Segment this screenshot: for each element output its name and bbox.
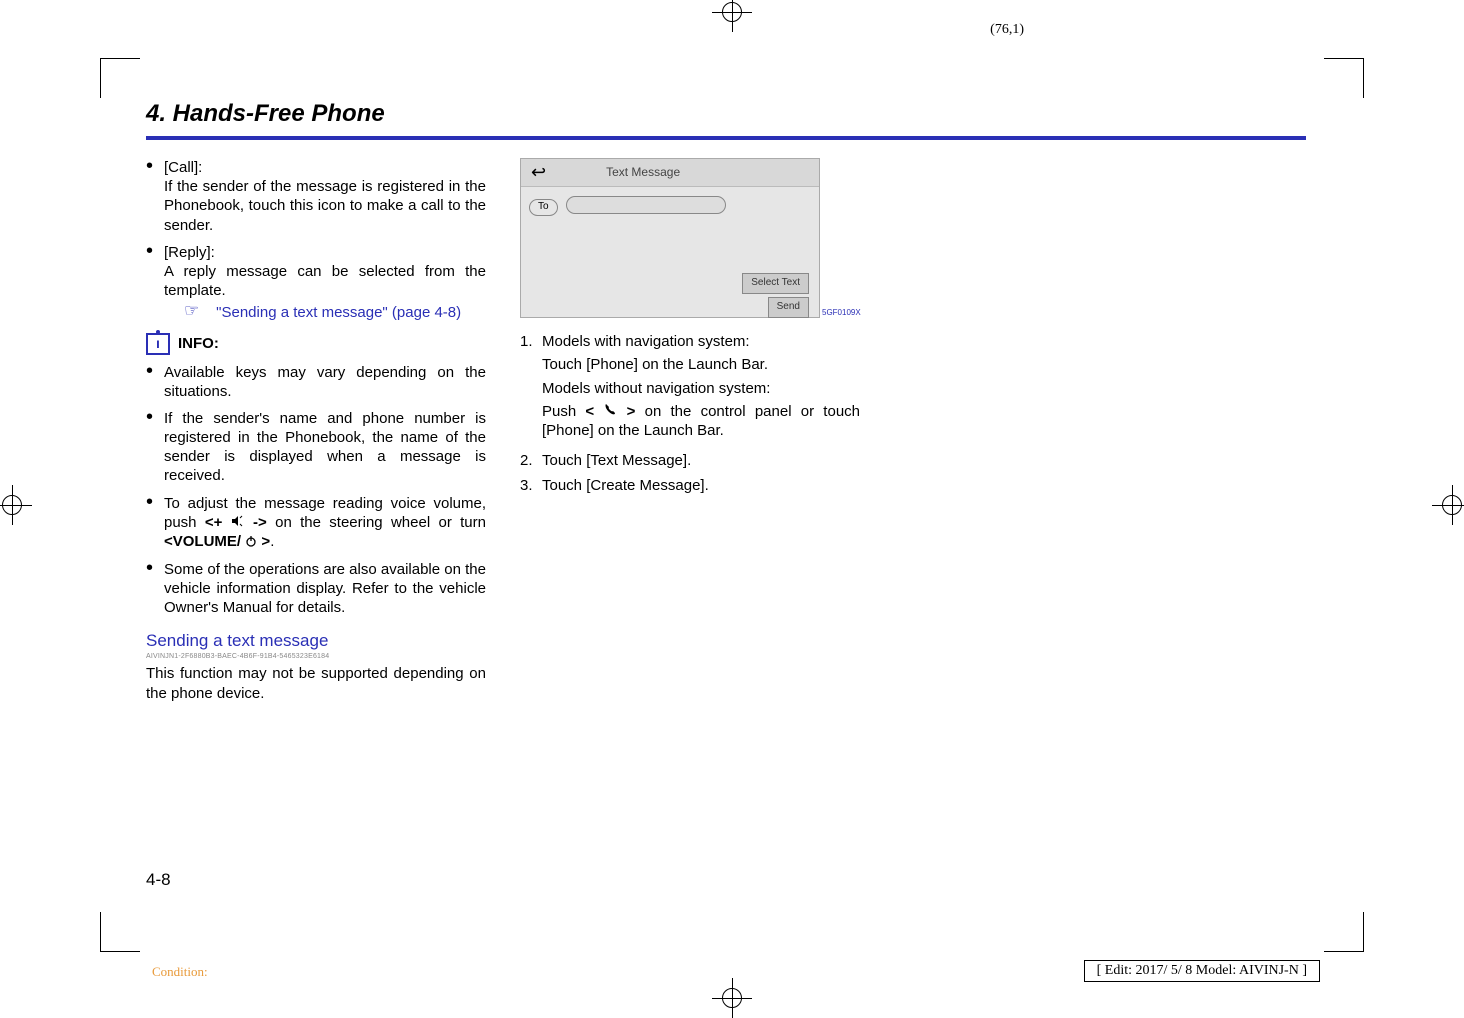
- speaker-icon: [231, 513, 245, 532]
- step1d-a: Push: [542, 403, 585, 420]
- screenshot-code: 5GF0109X: [822, 308, 860, 318]
- pointing-hand-icon: [184, 305, 210, 321]
- info-icon: ı: [146, 333, 170, 355]
- step-3-number: 3.: [520, 476, 542, 495]
- info3-d2: >: [257, 533, 270, 550]
- title-rule: [146, 136, 1306, 140]
- info-label: INFO:: [178, 334, 219, 353]
- registration-mark-left: [0, 485, 32, 525]
- registration-mark-bottom: [712, 978, 752, 1018]
- info-item-2: • If the sender's name and phone number …: [146, 409, 486, 486]
- step-1-text-a: Models with navigation system:: [542, 332, 860, 351]
- info-heading: ı INFO:: [146, 333, 486, 355]
- bullet-call: • [Call]: If the sender of the message i…: [146, 158, 486, 235]
- crop-mark-br: [1324, 912, 1364, 952]
- bullet-dot-icon: •: [146, 561, 164, 619]
- condition-label: Condition:: [152, 964, 208, 980]
- registration-mark-top: [712, 0, 752, 32]
- columns: • [Call]: If the sender of the message i…: [146, 158, 1306, 703]
- step-3-text: Touch [Create Message].: [542, 476, 860, 495]
- step-1-text-c: Models without navigation system:: [542, 379, 860, 398]
- edit-info-box: [ Edit: 2017/ 5/ 8 Model: AIVINJ-N ]: [1084, 960, 1320, 982]
- step-1: 1. Models with navigation system: Touch …: [520, 332, 860, 444]
- screenshot-header: ↩ Text Message: [521, 159, 819, 187]
- registration-mark-right: [1432, 485, 1464, 525]
- crop-mark-tr: [1324, 58, 1364, 98]
- reply-label: [Reply]:: [164, 244, 215, 261]
- bullet-dot-icon: •: [146, 244, 164, 324]
- info-text-4: Some of the operations are also availabl…: [164, 560, 486, 618]
- step-1-text-d: Push < > on the control panel or touch […: [542, 402, 860, 441]
- info-text-2: If the sender's name and phone number is…: [164, 409, 486, 486]
- call-text: If the sender of the message is register…: [164, 177, 486, 235]
- screenshot-title: Text Message: [606, 165, 680, 180]
- info-text-3: To adjust the message reading voice volu…: [164, 494, 486, 552]
- info-item-3: • To adjust the message reading voice vo…: [146, 494, 486, 552]
- step-1-text-b: Touch [Phone] on the Launch Bar.: [542, 355, 860, 374]
- section-title: 4. Hands-Free Phone: [146, 100, 1306, 128]
- step-1-number: 1.: [520, 332, 542, 444]
- bullet-dot-icon: •: [146, 410, 164, 487]
- bullet-reply: • [Reply]: A reply message can be select…: [146, 243, 486, 323]
- screenshot-body: To Select Text Send: [521, 187, 819, 317]
- power-icon: [245, 533, 257, 552]
- guid-code: AIVINJN1-2F6880B3-BAEC-4B6F-91B4-5465323…: [146, 653, 486, 662]
- back-arrow-icon: ↩: [531, 161, 546, 184]
- step1d-b2: >: [617, 403, 635, 420]
- column-2: ↩ Text Message To Select Text Send 5GF01…: [520, 158, 860, 703]
- call-label: [Call]:: [164, 159, 202, 176]
- page-number: 4-8: [146, 870, 171, 890]
- step-2-text: Touch [Text Message].: [542, 451, 860, 470]
- crop-mark-tl: [100, 58, 140, 98]
- step-2: 2. Touch [Text Message].: [520, 451, 860, 470]
- info-item-4: • Some of the operations are also availa…: [146, 560, 486, 618]
- step-2-number: 2.: [520, 451, 542, 470]
- step-3: 3. Touch [Create Message].: [520, 476, 860, 495]
- crop-mark-bl: [100, 912, 140, 952]
- subheading-sending: Sending a text message: [146, 630, 486, 652]
- subheading-text: This function may not be supported depen…: [146, 664, 486, 702]
- bullet-dot-icon: •: [146, 364, 164, 402]
- reply-link: "Sending a text message" (page 4-8): [216, 304, 461, 321]
- column-1: • [Call]: If the sender of the message i…: [146, 158, 486, 703]
- page-content: 4. Hands-Free Phone • [Call]: If the sen…: [146, 100, 1306, 890]
- bullet-dot-icon: •: [146, 159, 164, 236]
- info3-e: .: [270, 533, 274, 550]
- screenshot-to-input: [566, 196, 726, 214]
- step1d-b1: <: [585, 403, 603, 420]
- phone-handset-icon: [603, 402, 617, 421]
- screenshot-to-label: To: [529, 199, 558, 216]
- screenshot-select-text-button: Select Text: [742, 273, 809, 294]
- info3-c: on the steering wheel or turn: [267, 514, 486, 531]
- page-coordinates: (76,1): [990, 22, 1024, 38]
- info-text-1: Available keys may vary depending on the…: [164, 363, 486, 401]
- info3-d1: <VOLUME/: [164, 533, 245, 550]
- reply-text: A reply message can be selected from the…: [164, 262, 486, 300]
- column-3: [894, 158, 1234, 703]
- screenshot-send-button: Send: [768, 297, 809, 318]
- info3-b2: ->: [245, 514, 267, 531]
- info3-b1: <+: [205, 514, 231, 531]
- screenshot-text-message: ↩ Text Message To Select Text Send: [520, 158, 820, 318]
- info-item-1: • Available keys may vary depending on t…: [146, 363, 486, 401]
- bullet-dot-icon: •: [146, 495, 164, 553]
